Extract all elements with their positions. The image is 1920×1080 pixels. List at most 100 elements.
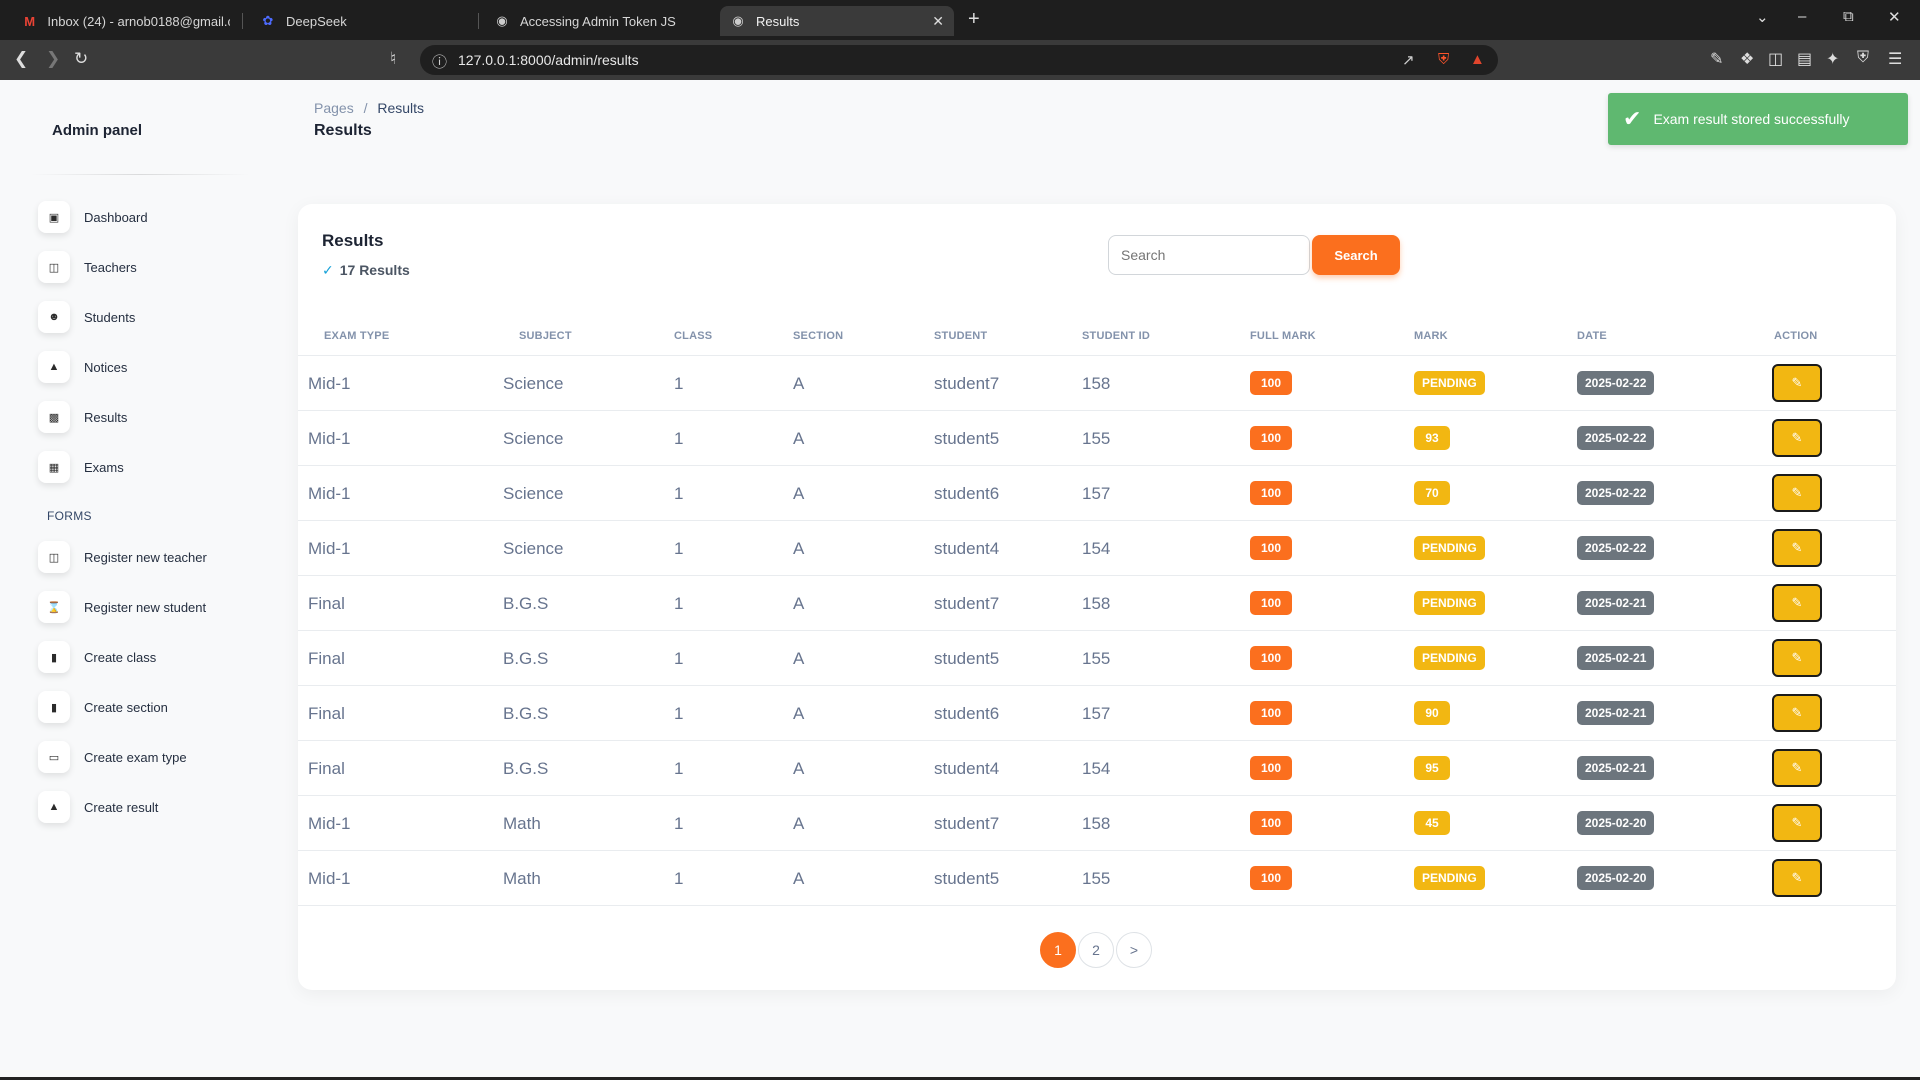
mark-pending-badge: PENDING	[1414, 591, 1485, 615]
table-row: Mid-1 Science 1 Astudent5 155 100 93 2025-02-22…	[298, 411, 1896, 466]
mark-badge: 93	[1414, 426, 1450, 450]
pen-icon[interactable]: ✎	[1710, 49, 1723, 69]
brand-title[interactable]: Admin panel	[52, 122, 142, 139]
cell-class: 1	[674, 374, 684, 393]
sidebar-item-notices[interactable]: ▲ Notices	[38, 349, 127, 385]
mark-badge: 90	[1414, 701, 1450, 725]
cell-subject: B.G.S	[503, 649, 549, 668]
sidebar-item-register-teacher[interactable]: ◫ Register new teacher	[38, 539, 207, 575]
col-header-full-mark: FULL MARK	[1250, 330, 1316, 342]
sidebar-item-create-result[interactable]: ▲ Create result	[38, 789, 158, 825]
minimize-icon[interactable]: –	[1798, 8, 1806, 25]
extensions-icon[interactable]: ❖	[1740, 49, 1754, 69]
pagination: 1 2 >	[1040, 932, 1154, 968]
edit-button[interactable]: ✎	[1772, 584, 1822, 622]
cell-exam-type: Mid-1	[308, 374, 351, 393]
edit-button[interactable]: ✎	[1772, 694, 1822, 732]
edit-button[interactable]: ✎	[1772, 474, 1822, 512]
tab-admin-token[interactable]: ◉ Accessing Admin Token JS	[484, 6, 714, 36]
mark-pending-badge: PENDING	[1414, 371, 1485, 395]
col-header-student-id: STUDENT ID	[1082, 330, 1150, 342]
breadcrumb-parent[interactable]: Pages	[314, 100, 354, 116]
results-count-label: 17 Results	[339, 262, 410, 278]
sidebar-icon[interactable]: ◫	[1768, 49, 1783, 69]
edit-button[interactable]: ✎	[1772, 419, 1822, 457]
table-row: Mid-1 Science 1 Astudent4 154 100 PENDING 2025-…	[298, 521, 1896, 576]
sidebar-item-register-student[interactable]: ⌛ Register new student	[38, 589, 206, 625]
wallet-icon[interactable]: ▤	[1797, 49, 1812, 69]
edit-icon: ✎	[1791, 705, 1803, 720]
address-bar[interactable]: ⓘ 127.0.0.1:8000/admin/results ↗ ⛨ ▲	[420, 45, 1498, 75]
next-page-button[interactable]: >	[1116, 932, 1152, 968]
full-mark-badge: 100	[1250, 591, 1292, 615]
edit-button[interactable]: ✎	[1772, 529, 1822, 567]
back-icon[interactable]: ❮	[14, 49, 28, 69]
edit-button[interactable]: ✎	[1772, 804, 1822, 842]
site-info-icon[interactable]: ⓘ	[432, 51, 447, 72]
tab-results[interactable]: ◉ Results ✕	[720, 6, 954, 36]
vpn-icon[interactable]: ⛨	[1857, 49, 1869, 67]
sidebar-item-results[interactable]: ▩ Results	[38, 399, 127, 435]
sidebar-item-teachers[interactable]: ◫ Teachers	[38, 249, 137, 285]
date-badge: 2025-02-20	[1577, 811, 1655, 835]
cell-class: 1	[674, 704, 684, 723]
edit-button[interactable]: ✎	[1772, 639, 1822, 677]
cell-student: student5	[934, 649, 1000, 668]
search-input[interactable]	[1108, 235, 1310, 275]
full-mark-badge: 100	[1250, 811, 1292, 835]
sidebar-item-create-class[interactable]: ▮ Create class	[38, 639, 156, 675]
date-badge: 2025-02-22	[1577, 481, 1655, 505]
edit-icon: ✎	[1791, 650, 1803, 665]
results-table: EXAM TYPE SUBJECT CLASS SECTION STUDENT …	[298, 314, 1896, 906]
browser-tabbar: M Inbox (24) - arnob0188@gmail.com ✿ Dee…	[0, 0, 1920, 40]
search-button[interactable]: Search	[1312, 235, 1400, 275]
sidebar-item-exams[interactable]: ▦ Exams	[38, 449, 124, 485]
cell-student: student7	[934, 594, 1000, 613]
bookmark-icon[interactable]: ♮	[390, 49, 396, 69]
brave-shield-icon[interactable]: ⛨	[1438, 51, 1449, 68]
share-icon[interactable]: ↗	[1402, 51, 1415, 69]
cell-subject: Science	[503, 429, 564, 448]
page-1-button[interactable]: 1	[1040, 932, 1076, 968]
sidebar-item-dashboard[interactable]: ▣ Dashboard	[38, 199, 148, 235]
edit-button[interactable]: ✎	[1772, 364, 1822, 402]
tab-separator	[242, 13, 243, 29]
mark-pending-badge: PENDING	[1414, 866, 1485, 890]
col-header-action: ACTION	[1774, 330, 1818, 342]
col-header-exam-type: EXAM TYPE	[324, 330, 390, 342]
sidebar-item-create-section[interactable]: ▮ Create section	[38, 689, 168, 725]
cell-student-id: 157	[1082, 484, 1111, 503]
sidebar-item-create-exam-type[interactable]: ▭ Create exam type	[38, 739, 187, 775]
toast-message: Exam result stored successfully	[1653, 111, 1850, 127]
cell-student: student5	[934, 869, 1000, 888]
page-2-button[interactable]: 2	[1078, 932, 1114, 968]
menu-icon[interactable]: ☰	[1888, 49, 1902, 69]
edit-button[interactable]: ✎	[1772, 749, 1822, 787]
tab-label: DeepSeek	[286, 13, 347, 29]
restore-icon[interactable]: ⧉	[1843, 8, 1854, 25]
full-mark-badge: 100	[1250, 426, 1292, 450]
close-icon[interactable]: ✕	[932, 13, 944, 30]
leo-icon[interactable]: ✦	[1826, 49, 1839, 69]
table-row: Mid-1 Math 1 Astudent7 158 100 45 2025-02-20 ✎	[298, 796, 1896, 851]
brave-rewards-icon[interactable]: ▲	[1470, 51, 1485, 68]
edit-icon: ✎	[1791, 870, 1803, 885]
edit-button[interactable]: ✎	[1772, 859, 1822, 897]
sidebar-item-students[interactable]: ☻ Students	[38, 299, 135, 335]
date-badge: 2025-02-21	[1577, 646, 1655, 670]
date-badge: 2025-02-22	[1577, 426, 1655, 450]
reload-icon[interactable]: ↻	[74, 49, 88, 69]
tab-deepseek[interactable]: ✿ DeepSeek	[250, 6, 470, 36]
forward-icon[interactable]: ❯	[46, 49, 60, 69]
success-toast[interactable]: ✔ Exam result stored successfully	[1608, 93, 1908, 145]
cell-class: 1	[674, 594, 684, 613]
tab-gmail[interactable]: M Inbox (24) - arnob0188@gmail.com	[12, 6, 240, 36]
table-row: Final B.G.S 1 Astudent5 155 100 PENDING 2025-02…	[298, 631, 1896, 686]
cell-student-id: 155	[1082, 869, 1111, 888]
app-root: Admin panel ▣ Dashboard ◫ Teachers ☻ Stu…	[0, 80, 1920, 1080]
new-tab-icon[interactable]: +	[968, 8, 980, 31]
close-window-icon[interactable]: ✕	[1888, 8, 1901, 26]
tab-search-icon[interactable]: ⌄	[1756, 8, 1769, 26]
monitor-icon: ◫	[38, 541, 70, 573]
cell-class: 1	[674, 759, 684, 778]
